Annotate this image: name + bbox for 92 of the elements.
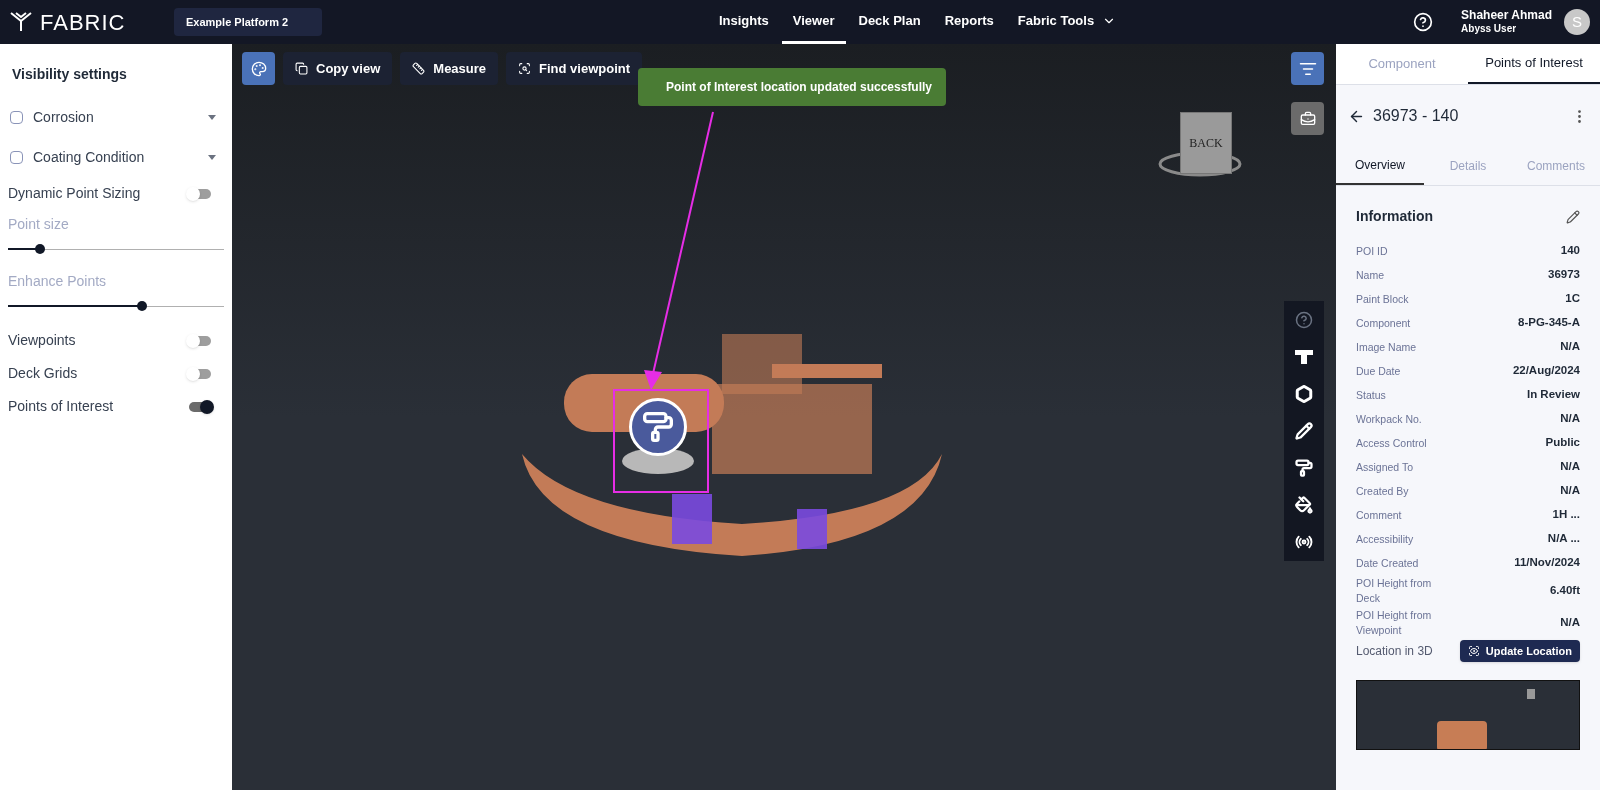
field-label: Comment <box>1356 507 1402 523</box>
slider-track[interactable] <box>8 300 224 312</box>
tee-pipe-icon[interactable] <box>1294 348 1314 366</box>
toast-message: Point of Interest location updated successfully <box>666 79 933 96</box>
field-value: N/A <box>1560 615 1580 631</box>
nav-tab[interactable]: Deck Plan <box>847 0 932 44</box>
field-value: N/A ... <box>1547 531 1580 547</box>
logo-text: FABRIC <box>40 8 126 37</box>
poi-title: 36973 - 140 <box>1373 106 1460 126</box>
toggle-switch[interactable] <box>188 399 212 414</box>
field-value: N/A <box>1560 459 1580 475</box>
field-value: N/A <box>1560 339 1580 355</box>
nav-tab[interactable]: Reports <box>933 0 1005 44</box>
field-label: Workpack No. <box>1356 411 1422 427</box>
palette-icon <box>250 60 267 77</box>
slider-thumb[interactable] <box>136 301 147 311</box>
field-label: POI Height from Deck <box>1356 576 1433 606</box>
toggle-switch[interactable] <box>188 186 212 201</box>
toggle-label: Dynamic Point Sizing <box>8 184 141 203</box>
nav-tab[interactable]: Fabric Tools <box>1006 0 1128 44</box>
field-value: N/A <box>1560 483 1580 499</box>
checkbox-label: Coating Condition <box>33 147 146 167</box>
toolbox-icon <box>1299 110 1316 127</box>
toolbar-button[interactable]: Find viewpoint <box>506 52 643 85</box>
slider-label: Enhance Points <box>8 272 108 291</box>
ruler-icon <box>412 62 426 75</box>
field-value: 22/Aug/2024 <box>1512 363 1580 379</box>
field-label: Component <box>1356 315 1411 331</box>
subtab[interactable]: Overview <box>1336 147 1424 185</box>
field-label: Created By <box>1356 483 1409 499</box>
nav-tab[interactable]: Insights <box>707 0 780 44</box>
search-icon <box>518 62 532 75</box>
paint-roller-icon[interactable] <box>1295 459 1313 477</box>
field-label: Date Created <box>1356 555 1419 571</box>
user-name: Shaheer Ahmad <box>1461 9 1552 22</box>
checkbox-label: Corrosion <box>33 107 95 127</box>
palette-button[interactable] <box>242 52 275 85</box>
checkbox[interactable] <box>10 150 23 164</box>
field-label: Paint Block <box>1356 291 1409 307</box>
section-title: Information <box>1356 207 1433 226</box>
field-value: N/A <box>1560 411 1580 427</box>
focus-target-icon <box>1467 645 1480 657</box>
panel-tab[interactable]: Points of Interest <box>1468 44 1600 84</box>
toolbar-button[interactable]: Measure <box>400 52 499 85</box>
field-label: Name <box>1356 267 1384 283</box>
field-value: In Review <box>1526 387 1580 403</box>
cube-face-label: BACK <box>1189 135 1223 152</box>
field-value: 1H ... <box>1552 507 1580 523</box>
location-label: Location in 3D <box>1356 643 1433 660</box>
field-value: 8-PG-345-A <box>1518 315 1580 331</box>
field-value: 36973 <box>1548 267 1580 283</box>
field-label: Status <box>1356 387 1386 403</box>
hexagon-nut-icon[interactable] <box>1295 385 1313 403</box>
user-role: Abyss User <box>1461 22 1518 35</box>
filter-button[interactable] <box>1291 52 1324 85</box>
toggle-switch[interactable] <box>188 366 212 381</box>
field-label: Accessibility <box>1356 531 1414 547</box>
field-label: POI ID <box>1356 243 1388 259</box>
dropdown-caret-icon[interactable] <box>208 154 216 160</box>
field-label: Due Date <box>1356 363 1401 379</box>
dropdown-caret-icon[interactable] <box>208 114 216 120</box>
toolbar-button[interactable]: Copy view <box>283 52 393 85</box>
platform-selector[interactable]: Example Platform 2 <box>174 8 322 36</box>
field-value: 6.40ft <box>1549 583 1580 599</box>
paint-roller-icon <box>642 411 674 443</box>
logo-icon <box>10 12 32 32</box>
field-value: 1C <box>1565 291 1580 307</box>
slider-label: Point size <box>8 215 70 234</box>
update-location-button[interactable]: Update Location <box>1459 640 1580 662</box>
field-value: 11/Nov/2024 <box>1514 555 1580 571</box>
panel-title: Visibility settings <box>11 65 128 84</box>
slider-track[interactable] <box>8 243 224 255</box>
field-label: POI Height from Viewpoint <box>1356 608 1433 638</box>
toggle-label: Points of Interest <box>8 397 114 416</box>
paint-bucket-icon[interactable] <box>1295 496 1313 514</box>
broadcast-icon[interactable] <box>1295 533 1313 551</box>
toolbox-button[interactable] <box>1291 102 1324 135</box>
toggle-switch[interactable] <box>188 333 212 348</box>
view-cube[interactable]: BACK <box>1150 110 1250 190</box>
copy-icon <box>295 62 308 75</box>
pencil-icon[interactable] <box>1295 422 1313 440</box>
field-value: 140 <box>1560 243 1580 259</box>
toggle-label: Viewpoints <box>8 331 76 350</box>
checkbox[interactable] <box>10 110 23 124</box>
slider-thumb[interactable] <box>35 244 46 254</box>
edit-icon[interactable] <box>1566 209 1580 224</box>
field-value: Public <box>1545 435 1580 451</box>
field-label: Access Control <box>1356 435 1427 451</box>
toggle-label: Deck Grids <box>8 364 78 383</box>
cube-face[interactable]: BACK <box>1180 112 1232 174</box>
field-label: Assigned To <box>1356 459 1413 475</box>
field-label: Image Name <box>1356 339 1417 355</box>
